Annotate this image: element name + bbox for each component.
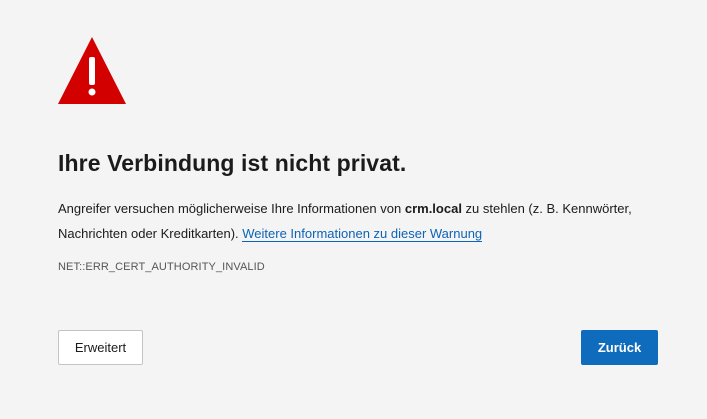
- page-title: Ihre Verbindung ist nicht privat.: [58, 150, 407, 176]
- site-domain: crm.local: [404, 201, 462, 216]
- error-description: Angreifer versuchen möglicherweise Ihre …: [58, 196, 638, 246]
- error-page: Ihre Verbindung ist nicht privat. Angrei…: [0, 0, 707, 419]
- back-button[interactable]: Zurück: [581, 330, 658, 365]
- warning-triangle-icon: [58, 37, 126, 104]
- error-code: NET::ERR_CERT_AUTHORITY_INVALID: [58, 261, 265, 273]
- learn-more-link[interactable]: Weitere Informationen zu dieser Warnung: [242, 226, 483, 242]
- advanced-button[interactable]: Erweitert: [58, 330, 143, 365]
- exclamation-dot: [88, 88, 96, 96]
- exclamation-bar: [89, 57, 95, 85]
- description-text-start: Angreifer versuchen möglicherweise Ihre …: [58, 201, 405, 216]
